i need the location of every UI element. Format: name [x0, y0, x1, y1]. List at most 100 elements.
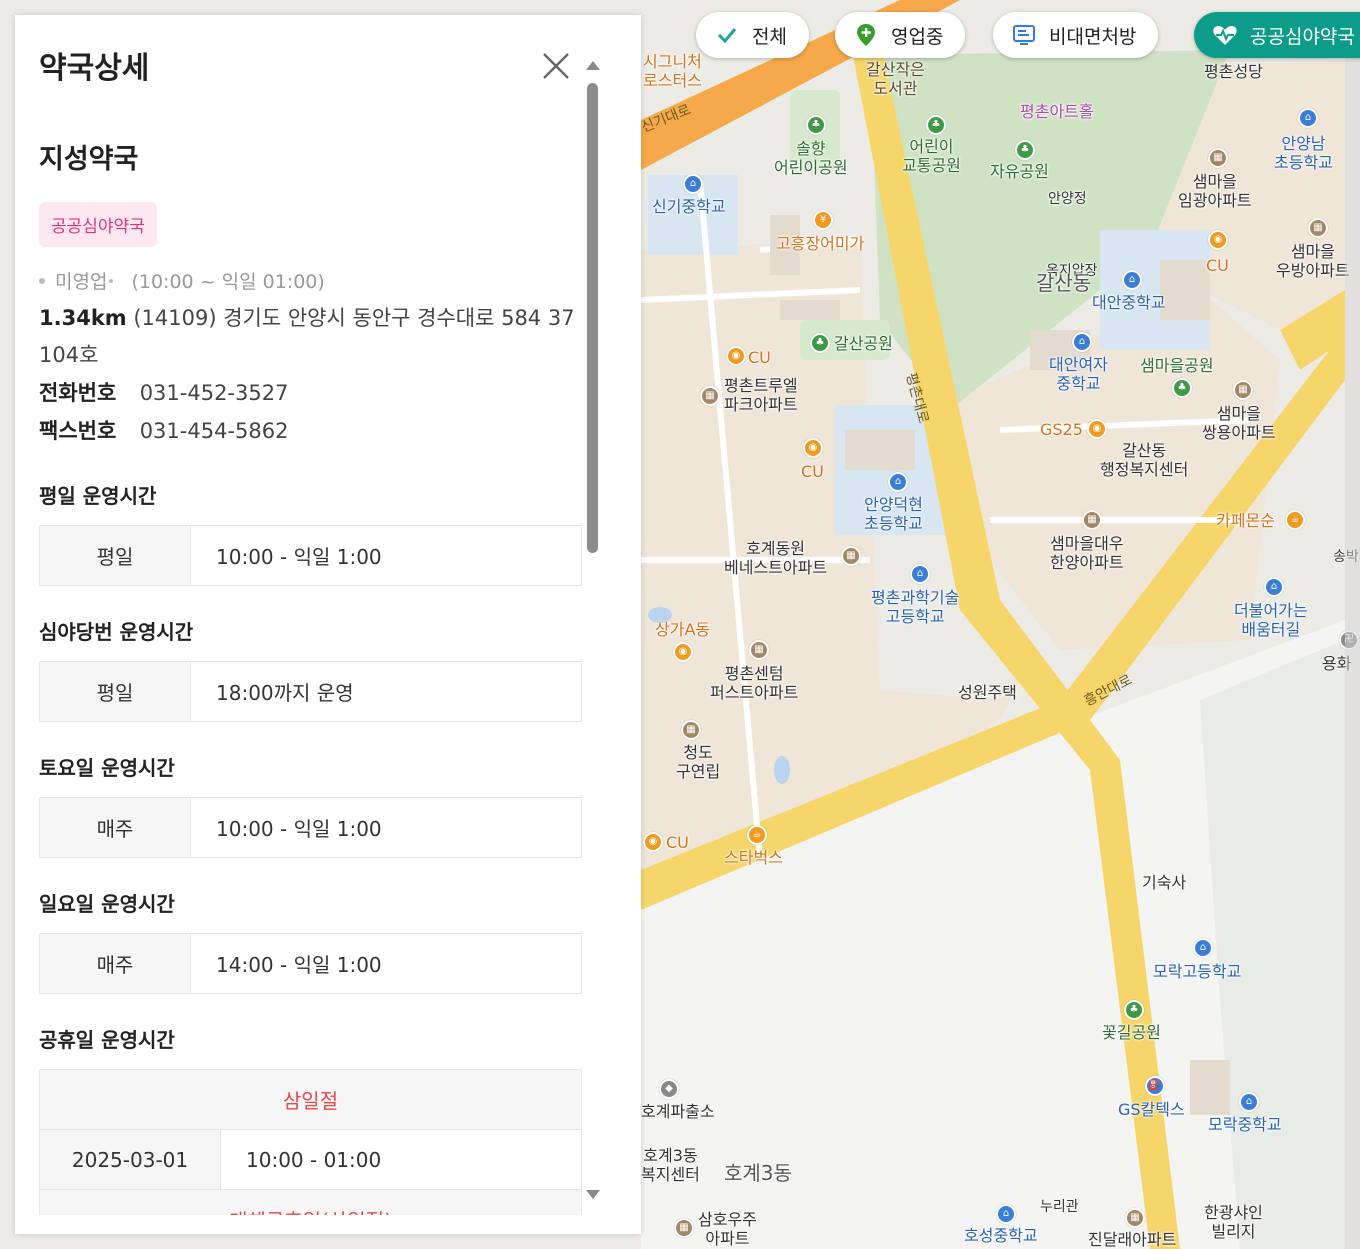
restaurant-pin-icon[interactable]: ¥: [813, 210, 833, 230]
park-pin-icon[interactable]: ♣: [810, 333, 830, 353]
apartment-pin-icon[interactable]: ▦: [1082, 510, 1102, 530]
map-label[interactable]: 평촌아트홀: [1020, 102, 1094, 121]
pharmacy-name: 지성약국: [39, 144, 139, 175]
apartment-pin-icon[interactable]: ▦: [700, 386, 720, 406]
map-label[interactable]: GS칼텍스: [1118, 1100, 1185, 1119]
map-label[interactable]: 갈산동: [1036, 273, 1091, 293]
school-pin-icon[interactable]: ⌂: [1264, 577, 1284, 597]
school-pin-icon[interactable]: ⌂: [1298, 108, 1318, 128]
map-label[interactable]: 호계3동 복지센터: [641, 1146, 700, 1184]
filter-telemedicine-label: 비대면처방: [1049, 25, 1137, 48]
store-pin-icon[interactable]: ◉: [803, 438, 823, 458]
map-label[interactable]: 평촌센텀 퍼스트아파트: [710, 664, 798, 702]
map-label[interactable]: 안양정: [1048, 190, 1087, 209]
scroll-down-arrow-icon[interactable]: [586, 1190, 600, 1199]
map-label[interactable]: 갈산공원: [834, 334, 893, 353]
filter-telemedicine-button[interactable]: 비대면처방: [993, 12, 1159, 58]
map-label[interactable]: CU: [666, 833, 689, 852]
map-label[interactable]: 갈산동 행정복지센터: [1100, 441, 1188, 479]
map-label[interactable]: 샘마을 쌍용아파트: [1202, 404, 1276, 442]
map-label[interactable]: CU: [801, 462, 824, 481]
map-label[interactable]: 평촌과학기술 고등학교: [871, 588, 959, 626]
park-pin-icon[interactable]: ♣: [806, 115, 826, 135]
map-label[interactable]: 진달래아파트: [1088, 1230, 1176, 1249]
store-pin-icon[interactable]: ◉: [726, 346, 746, 366]
filter-night-pharmacy-button[interactable]: 공공심야약국: [1194, 12, 1360, 58]
apartment-pin-icon[interactable]: ▦: [1233, 380, 1253, 400]
map-label[interactable]: CU: [748, 348, 771, 367]
school-pin-icon[interactable]: ⌂: [910, 564, 930, 584]
map-label[interactable]: 평촌성당: [1204, 62, 1263, 81]
map-label[interactable]: 한광샤인 빌리지: [1204, 1203, 1263, 1241]
cafe-pin-icon[interactable]: ☕: [747, 825, 767, 845]
filter-all-button[interactable]: 전체: [696, 12, 809, 58]
store-pin-icon[interactable]: ◉: [673, 642, 693, 662]
map-label[interactable]: 평촌트루엘 파크아파트: [724, 376, 798, 414]
apartment-pin-icon[interactable]: ▦: [674, 1218, 694, 1238]
park-pin-icon[interactable]: ♣: [1124, 1000, 1144, 1020]
map-label[interactable]: 시그니처 로스터스: [643, 52, 702, 90]
map-label[interactable]: 신기중학교: [652, 197, 726, 216]
map-label[interactable]: 삼호우주 아파트: [698, 1210, 757, 1248]
school-pin-icon[interactable]: ⌂: [1193, 938, 1213, 958]
store-pin-icon[interactable]: ◉: [1087, 419, 1107, 439]
apartment-pin-icon[interactable]: ▦: [841, 546, 861, 566]
scroll-thumb[interactable]: [587, 83, 598, 553]
map-label[interactable]: 자유공원: [990, 162, 1049, 181]
map-label[interactable]: 성원주택: [958, 683, 1017, 702]
map-label[interactable]: 샘마을공원: [1140, 356, 1214, 375]
apartment-pin-icon[interactable]: ▦: [681, 720, 701, 740]
map-label[interactable]: 카페몬순: [1216, 511, 1275, 530]
apartment-pin-icon[interactable]: ▦: [1308, 218, 1328, 238]
store-pin-icon[interactable]: ◉: [643, 832, 663, 852]
map-label[interactable]: 스타벅스: [724, 848, 783, 867]
scroll-up-arrow-icon[interactable]: [586, 61, 600, 70]
map-label[interactable]: 누리관: [1040, 1198, 1079, 1217]
map-label[interactable]: 고흥장어미가: [776, 234, 864, 253]
gas-station-pin-icon[interactable]: ⛽: [1145, 1076, 1165, 1096]
map-label[interactable]: 더불어가는 배움터길: [1234, 601, 1308, 639]
map-label[interactable]: GS25: [1040, 420, 1083, 439]
school-pin-icon[interactable]: ⌂: [888, 472, 908, 492]
map-label[interactable]: 샘마을대우 한양아파트: [1050, 534, 1124, 572]
map-label[interactable]: 갈산작은 도서관: [866, 60, 925, 98]
filter-open-button[interactable]: 영업중: [835, 12, 966, 58]
school-pin-icon[interactable]: ⌂: [1239, 1092, 1259, 1112]
apartment-pin-icon[interactable]: ▦: [1208, 148, 1228, 168]
apartment-pin-icon[interactable]: ▦: [1125, 1208, 1145, 1228]
map-label[interactable]: 안양남 초등학교: [1274, 134, 1333, 172]
park-pin-icon[interactable]: ♣: [926, 115, 946, 135]
map-label[interactable]: 어린이 교통공원: [902, 137, 961, 175]
map-label[interactable]: CU: [1206, 256, 1229, 275]
map-label[interactable]: 안양덕현 초등학교: [864, 495, 923, 533]
park-pin-icon[interactable]: ♣: [1015, 140, 1035, 160]
map-label[interactable]: 상가A동: [655, 620, 710, 639]
phone-number[interactable]: 031-452-3527: [140, 381, 289, 405]
apartment-pin-icon[interactable]: ▦: [749, 640, 769, 660]
map-label[interactable]: 대안중학교: [1092, 293, 1166, 312]
park-pin-icon[interactable]: ♣: [1172, 378, 1192, 398]
map-label[interactable]: 기숙사: [1142, 873, 1186, 892]
police-pin-icon[interactable]: ◆: [659, 1079, 679, 1099]
map-label[interactable]: 솔향 어린이공원: [774, 139, 848, 177]
map-label[interactable]: 호계3동: [724, 1163, 792, 1183]
map-label[interactable]: 꽃길공원: [1102, 1023, 1161, 1042]
map-label[interactable]: 호성중학교: [964, 1226, 1038, 1245]
map-label[interactable]: 호계파출소: [641, 1102, 715, 1121]
map-label[interactable]: 청도 구연립: [676, 743, 720, 781]
school-pin-icon[interactable]: ⌂: [1122, 270, 1142, 290]
school-pin-icon[interactable]: ⌂: [1072, 332, 1092, 352]
detail-scroll-area[interactable]: 지성약국 공공심야약국 미영업 (10:00 ~ 익일 01:00) 1.34k…: [15, 115, 585, 1215]
map-label[interactable]: 모락중학교: [1208, 1115, 1282, 1134]
map-label[interactable]: 모락고등학교: [1153, 962, 1241, 981]
cafe-pin-icon[interactable]: ☕: [1285, 510, 1305, 530]
panel-scrollbar[interactable]: [583, 57, 603, 1205]
store-pin-icon[interactable]: ◉: [1208, 230, 1228, 250]
close-button[interactable]: [539, 49, 573, 83]
map-label[interactable]: 호계동원 베네스트아파트: [724, 539, 827, 577]
school-pin-icon[interactable]: ⌂: [683, 174, 703, 194]
map-label[interactable]: 샘마을 임광아파트: [1178, 172, 1252, 210]
map-label[interactable]: 대안여자 중학교: [1049, 355, 1108, 393]
school-pin-icon[interactable]: ⌂: [996, 1204, 1016, 1224]
map-label[interactable]: 샘마을 우방아파트: [1276, 242, 1350, 280]
